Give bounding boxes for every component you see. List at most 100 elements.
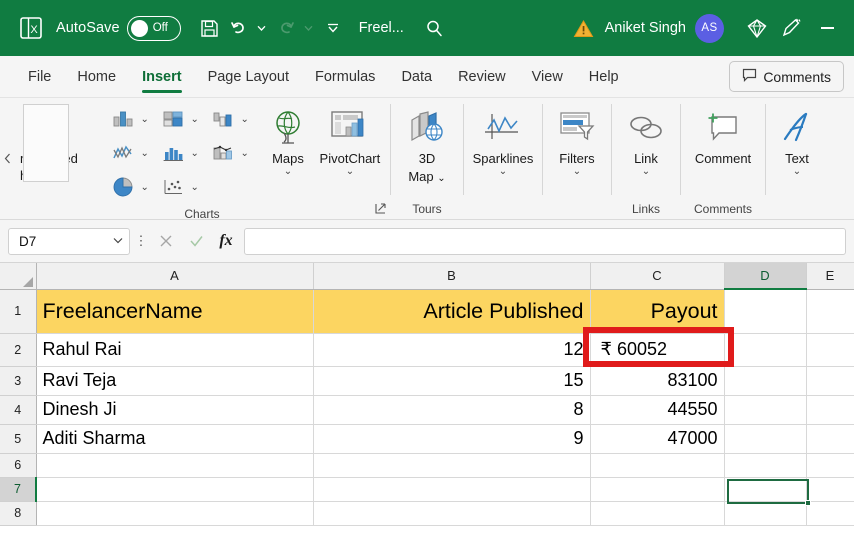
cell-c1[interactable]: Payout (590, 289, 725, 334)
dialog-launcher-icon[interactable] (375, 203, 386, 217)
chevron-down-icon[interactable]: ⌄ (189, 148, 200, 159)
cell-a4[interactable]: Dinesh Ji (36, 395, 314, 425)
customize-quick-access-chevron-down-icon[interactable] (320, 15, 346, 41)
column-chart-button[interactable]: ⌄ (104, 102, 154, 136)
column-header-a[interactable]: A (36, 263, 314, 290)
fx-icon[interactable]: fx (212, 228, 240, 255)
cell-d6[interactable] (724, 453, 807, 478)
cell-c5[interactable]: 47000 (590, 424, 725, 454)
cell-d2[interactable] (724, 333, 807, 367)
column-header-b[interactable]: B (313, 263, 591, 290)
recommended-charts-button[interactable]: ? mmended harts (14, 102, 100, 184)
cell-d1[interactable] (724, 289, 807, 334)
cell-a2[interactable]: Rahul Rai (36, 333, 314, 367)
chevron-down-icon[interactable]: ⌄ (189, 114, 200, 125)
search-icon[interactable] (420, 15, 450, 41)
area-chart-button[interactable]: ⌄ (204, 136, 254, 170)
chevron-down-icon[interactable]: ⌄ (239, 114, 250, 125)
cell-b8[interactable] (313, 501, 591, 526)
link-chevron-down-icon[interactable]: ⌄ (642, 166, 650, 177)
pivotchart-button[interactable]: PivotChart ⌄ (316, 102, 384, 177)
user-name[interactable]: Aniket Singh (605, 20, 686, 36)
maps-chevron-down-icon[interactable]: ⌄ (284, 166, 292, 177)
diamond-icon[interactable] (740, 13, 774, 43)
confirm-check-icon[interactable] (182, 228, 210, 255)
cell-b1[interactable]: Article Published (313, 289, 591, 334)
cell-a8[interactable] (36, 501, 314, 526)
chevron-down-icon[interactable]: ⌄ (189, 182, 200, 193)
cell-d7[interactable] (724, 477, 807, 502)
formula-input[interactable] (244, 227, 846, 255)
cell-b7[interactable] (313, 477, 591, 502)
chevron-down-icon[interactable]: ⌄ (239, 148, 250, 159)
save-icon[interactable] (197, 15, 223, 41)
tab-review[interactable]: Review (448, 57, 516, 97)
cell-e5[interactable] (806, 424, 854, 454)
pen-icon[interactable] (774, 13, 808, 43)
spreadsheet-grid[interactable]: A B C D E 1 FreelancerName Article Publi… (0, 263, 854, 536)
cell-a1[interactable]: FreelancerName (36, 289, 314, 334)
3d-map-button[interactable]: 3D Map ⌄ (397, 102, 457, 186)
row-header-7[interactable]: 7 (0, 477, 37, 502)
cell-c3[interactable]: 83100 (590, 366, 725, 396)
column-header-c[interactable]: C (590, 263, 725, 290)
cell-b3[interactable]: 15 (313, 366, 591, 396)
cell-d4[interactable] (724, 395, 807, 425)
column-header-e[interactable]: E (806, 263, 854, 290)
maps-button[interactable]: Maps ⌄ (260, 102, 316, 177)
3d-map-chevron-down-icon[interactable]: ⌄ (437, 173, 445, 184)
hierarchy-chart-button[interactable]: ⌄ (154, 102, 204, 136)
comments-button[interactable]: Comments (729, 61, 844, 92)
name-box[interactable]: D7 (8, 227, 130, 255)
autosave-toggle[interactable]: Off (126, 15, 181, 41)
row-header-3[interactable]: 3 (0, 366, 37, 396)
cell-e3[interactable] (806, 366, 854, 396)
cell-e2[interactable] (806, 333, 854, 367)
bar-chart-button[interactable]: ⌄ (154, 136, 204, 170)
comment-button[interactable]: Comment (687, 102, 759, 166)
pie-chart-button[interactable]: ⌄ (104, 170, 154, 204)
cell-c2[interactable]: ₹ 60052 (590, 333, 725, 367)
filters-chevron-down-icon[interactable]: ⌄ (573, 166, 581, 177)
cell-c8[interactable] (590, 501, 725, 526)
document-title[interactable]: Freel... (359, 20, 404, 36)
row-header-2[interactable]: 2 (0, 333, 37, 367)
tab-home[interactable]: Home (67, 57, 126, 97)
cell-b4[interactable]: 8 (313, 395, 591, 425)
cell-c6[interactable] (590, 453, 725, 478)
tab-formulas[interactable]: Formulas (305, 57, 385, 97)
combo-chart-button[interactable] (204, 170, 254, 204)
cell-a3[interactable]: Ravi Teja (36, 366, 314, 396)
chevron-down-icon[interactable]: ⌄ (139, 148, 150, 159)
cell-d5[interactable] (724, 424, 807, 454)
cell-e6[interactable] (806, 453, 854, 478)
link-button[interactable]: Link ⌄ (618, 102, 674, 177)
tab-help[interactable]: Help (579, 57, 629, 97)
tab-insert[interactable]: Insert (132, 57, 192, 97)
cell-e8[interactable] (806, 501, 854, 526)
tab-page-layout[interactable]: Page Layout (198, 57, 299, 97)
cell-e7[interactable] (806, 477, 854, 502)
filters-button[interactable]: Filters ⌄ (549, 102, 605, 177)
cell-a7[interactable] (36, 477, 314, 502)
cancel-x-icon[interactable] (152, 228, 180, 255)
cell-c4[interactable]: 44550 (590, 395, 725, 425)
tab-data[interactable]: Data (391, 57, 442, 97)
cell-a5[interactable]: Aditi Sharma (36, 424, 314, 454)
row-header-4[interactable]: 4 (0, 395, 37, 425)
cell-d3[interactable] (724, 366, 807, 396)
avatar[interactable]: AS (695, 13, 724, 43)
sparklines-chevron-down-icon[interactable]: ⌄ (499, 166, 507, 177)
pivotchart-chevron-down-icon[interactable]: ⌄ (346, 166, 354, 177)
row-header-8[interactable]: 8 (0, 501, 37, 526)
cell-e1[interactable] (806, 289, 854, 334)
row-header-5[interactable]: 5 (0, 424, 37, 454)
cell-b5[interactable]: 9 (313, 424, 591, 454)
cell-b2[interactable]: 12 (313, 333, 591, 367)
chevron-down-icon[interactable]: ⌄ (139, 182, 150, 193)
scatter-chart-button[interactable]: ⌄ (154, 170, 204, 204)
cell-d8[interactable] (724, 501, 807, 526)
row-header-6[interactable]: 6 (0, 453, 37, 478)
line-chart-button[interactable]: ⌄ (104, 136, 154, 170)
tab-file[interactable]: File (18, 57, 61, 97)
